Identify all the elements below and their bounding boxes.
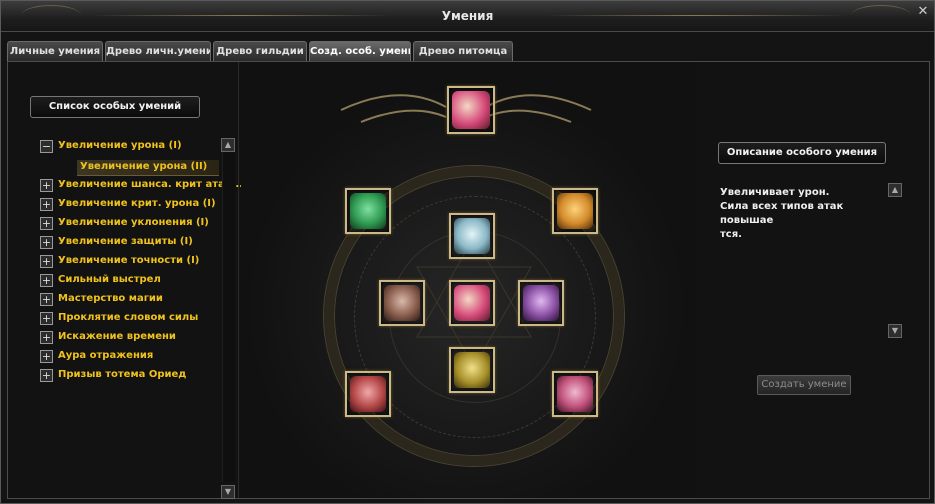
description-scroll-down-icon[interactable]: ▼ (888, 324, 902, 338)
description-scroll-up-icon[interactable]: ▲ (888, 183, 902, 197)
close-icon[interactable]: ✕ (916, 5, 930, 19)
tree-item-label: Увеличение крит. урона (I) (58, 198, 216, 209)
tree-item-label: Аура отражения (58, 350, 154, 361)
tree-item-label: Призыв тотема Ориед (58, 369, 187, 380)
tab-personal-skills[interactable]: Личные умения (7, 41, 103, 61)
special-skill-list-panel: Список особых умений − Увеличение урона … (8, 62, 243, 499)
tab-pet-tree[interactable]: Древо питомца (413, 41, 513, 61)
list-scrollbar-track[interactable] (222, 152, 235, 482)
skill-list-header: Список особых умений (30, 96, 200, 118)
create-skill-button[interactable]: Создать умение (757, 375, 851, 395)
expand-icon[interactable]: + (40, 179, 53, 192)
tab-guild-tree[interactable]: Древо гильдии (213, 41, 307, 61)
description-line: тся. (720, 229, 742, 240)
expand-icon[interactable]: + (40, 369, 53, 382)
skill-icon-center-damage[interactable] (449, 280, 495, 326)
tree-item-label: Мастерство магии (58, 293, 163, 304)
expand-icon[interactable]: + (40, 331, 53, 344)
expand-icon[interactable]: + (40, 217, 53, 230)
tree-item-label: Увеличение уклонения (I) (58, 217, 209, 228)
tree-item-label: Проклятие словом силы (58, 312, 199, 323)
skill-description-panel: Описание особого умения Увеличивает урон… (698, 62, 929, 498)
expand-icon[interactable]: + (40, 312, 53, 325)
tree-item-label: Сильный выстрел (58, 274, 161, 285)
scroll-down-icon[interactable]: ▼ (221, 485, 235, 499)
description-header: Описание особого умения (718, 142, 886, 164)
skill-icon-gold[interactable] (449, 347, 495, 393)
tree-item-label: Увеличение защиты (I) (58, 236, 193, 247)
skill-icon-orange[interactable] (552, 188, 598, 234)
skill-icon-purple[interactable] (518, 280, 564, 326)
tree-item-label: Увеличение урона (I) (58, 140, 182, 151)
description-line: Сила всех типов атак повышае (720, 201, 844, 226)
tab-content: Список особых умений − Увеличение урона … (7, 61, 930, 499)
tree-subitem-label: Увеличение урона (II) (80, 161, 208, 172)
tree-item-label: Увеличение шанса. крит атак... (58, 179, 243, 190)
skills-window: Умения ✕ Личные умения Древо личн.умений… (0, 0, 935, 504)
skill-combine-circle (241, 62, 696, 498)
expand-icon[interactable]: + (40, 293, 53, 306)
expand-icon[interactable]: + (40, 236, 53, 249)
window-title: Умения (441, 9, 494, 23)
tree-item-label: Увеличение точности (I) (58, 255, 200, 266)
expand-icon[interactable]: + (40, 198, 53, 211)
skill-icon-blue[interactable] (449, 213, 495, 259)
skill-icon-green[interactable] (345, 188, 391, 234)
scroll-up-icon[interactable]: ▲ (221, 138, 235, 152)
tree-item-damage-2-selected[interactable]: Увеличение урона (II) (77, 160, 219, 176)
skill-icon-pink[interactable] (552, 371, 598, 417)
tab-create-special-skill[interactable]: Созд. особ. умения (309, 41, 411, 61)
expand-icon[interactable]: + (40, 350, 53, 363)
skill-icon-bronze[interactable] (379, 280, 425, 326)
expand-icon[interactable]: + (40, 255, 53, 268)
result-skill-icon[interactable] (447, 86, 495, 134)
tree-item-label: Искажение времени (58, 331, 176, 342)
expand-icon[interactable]: + (40, 274, 53, 287)
skill-description: Увеличивает урон. Сила всех типов атак п… (720, 186, 888, 242)
skill-icon-red[interactable] (345, 371, 391, 417)
title-bar[interactable]: Умения ✕ (1, 1, 934, 32)
description-line: Увеличивает урон. (720, 187, 830, 198)
tab-personal-skill-tree[interactable]: Древо личн.умений (105, 41, 211, 61)
collapse-icon[interactable]: − (40, 140, 53, 153)
